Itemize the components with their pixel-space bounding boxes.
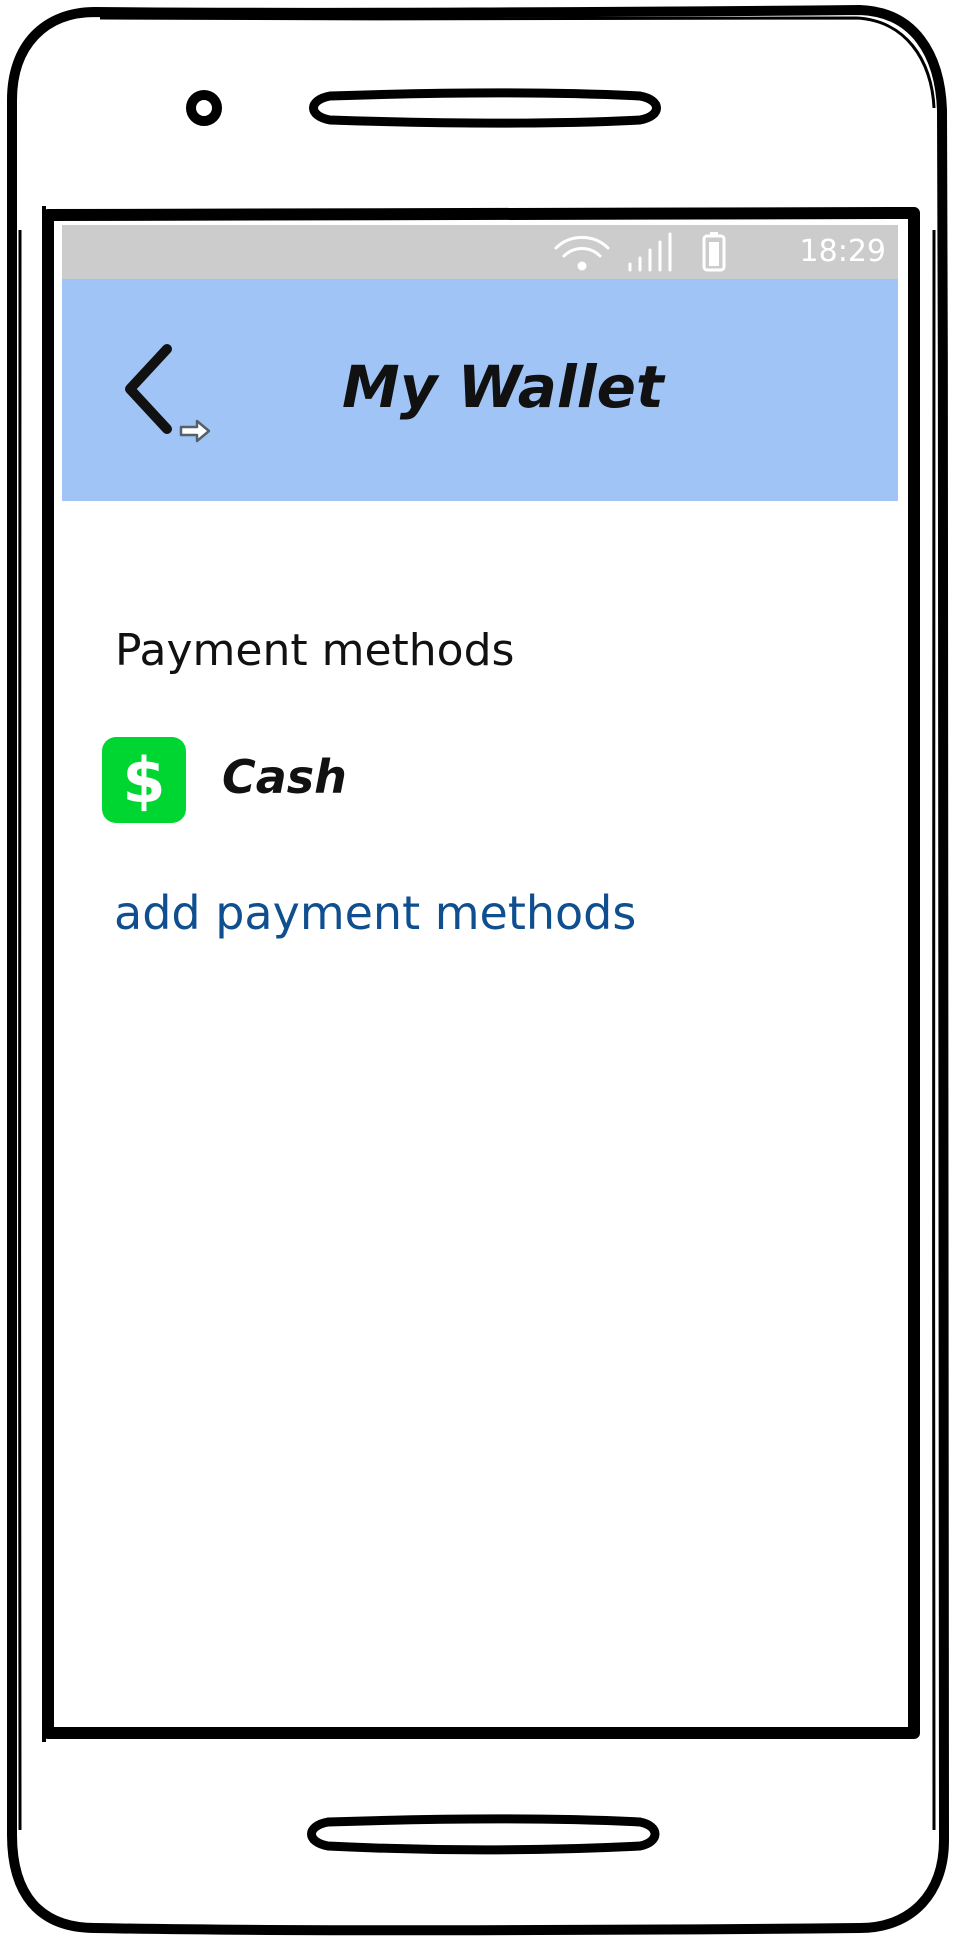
add-payment-methods-link[interactable]: add payment methods: [114, 885, 636, 941]
back-button[interactable]: [117, 339, 227, 449]
cash-dollar-icon: $: [102, 737, 186, 823]
status-time: 18:29: [799, 234, 886, 269]
page-title: My Wallet: [342, 353, 664, 421]
signal-icon: [628, 232, 672, 272]
svg-text:$: $: [122, 744, 165, 817]
payment-method-cash[interactable]: $ Cash: [102, 735, 622, 825]
payment-method-label: Cash: [222, 750, 347, 804]
link-arrow-icon: [179, 419, 211, 443]
wifi-icon: [554, 236, 610, 271]
status-icons: [554, 232, 726, 272]
payment-methods-heading: Payment methods: [115, 625, 515, 676]
app-bar: My Wallet: [62, 279, 898, 501]
chevron-left-icon: [125, 344, 211, 443]
battery-icon: [702, 232, 726, 272]
phone-screen: 18:29 My Wallet Payment methods $ Cash a…: [62, 225, 898, 1720]
status-bar: 18:29: [62, 225, 898, 279]
